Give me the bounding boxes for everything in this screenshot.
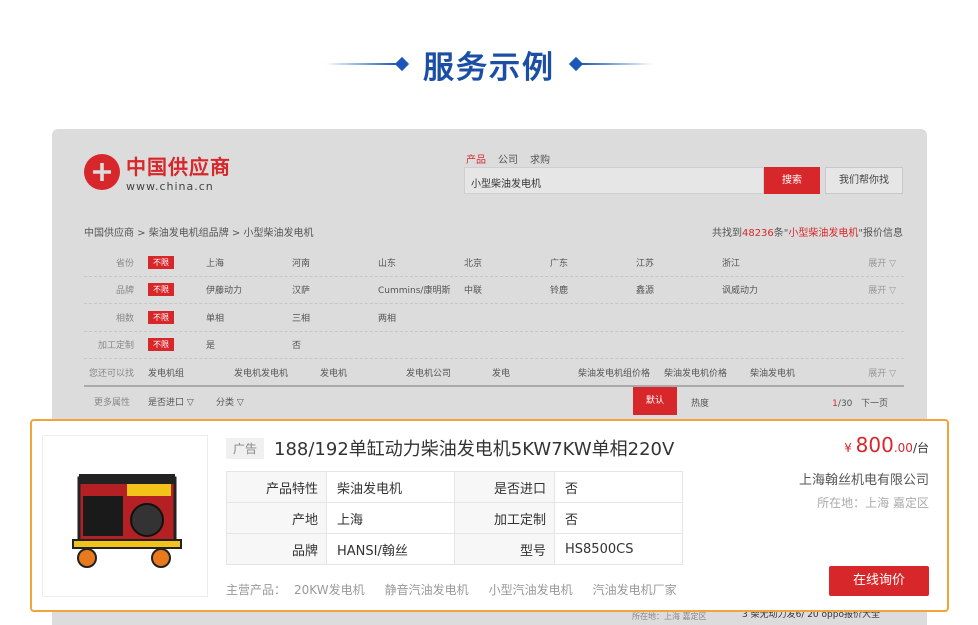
filter-row-phase: 相数 不限 单相 三相 两相 (84, 304, 904, 332)
product-card[interactable]: 广告 188/192单缸动力柴油发电机5KW7KW单相220V 产品特性 柴油发电… (30, 419, 949, 612)
filter-row-custom: 加工定制 不限 是否 (84, 332, 904, 359)
filter-option[interactable]: Cummins/康明斯 (378, 283, 464, 296)
filter-row-suggest: 您还可以找 发电机组 发电机发电机 发电机 发电机公司 发电 柴油发电机组价格 柴油发电机价… (84, 359, 904, 387)
suggest-option[interactable]: 柴油发电机价格 (664, 366, 750, 379)
filter-option[interactable]: 河南 (292, 256, 378, 269)
spec-table: 产品特性 柴油发电机 是否进口否 产地 上海 加工定制否 品牌 HANSI/翰丝 型号… (226, 471, 683, 565)
table-row: 品牌 HANSI/翰丝 型号 HS8500CS (226, 533, 683, 565)
filter-unlimited-tag[interactable]: 不限 (148, 338, 174, 352)
filter-option[interactable]: 江苏 (636, 256, 722, 269)
filter-unlimited-tag[interactable]: 不限 (148, 283, 174, 297)
breadcrumb[interactable]: 中国供应商 > 柴油发电机组品牌 > 小型柴油发电机 (84, 224, 313, 239)
site-logo[interactable]: 中国供应商 www.china.cn (84, 151, 231, 193)
main-product-link[interactable]: 20KW发电机 (294, 581, 365, 598)
suggest-option[interactable]: 柴油发电机组价格 (578, 366, 664, 379)
heading-decoration-right (568, 56, 653, 72)
company-location: 所在地：上海 嘉定区 (817, 496, 929, 510)
table-row: 产品特性 柴油发电机 是否进口否 (226, 471, 683, 503)
logo-url: www.china.cn (126, 180, 214, 193)
suggest-option[interactable]: 发电机 (320, 366, 406, 379)
suggest-option[interactable]: 发电机组 (148, 366, 234, 379)
filter-option[interactable]: 山东 (378, 256, 464, 269)
filter-option[interactable]: 是 (206, 338, 292, 351)
sort-hot[interactable]: 热度 (691, 396, 709, 409)
main-product-link[interactable]: 汽油发电机厂家 (593, 581, 677, 598)
filter-row-province: 省份 不限 上海 河南 山东 北京 广东 江苏 浙江 展开 ▽ (84, 249, 904, 277)
suggest-option[interactable]: 发电机公司 (406, 366, 492, 379)
logo-mark-icon (84, 154, 120, 190)
filter-table: 省份 不限 上海 河南 山东 北京 广东 江苏 浙江 展开 ▽ 品牌 不限 伊藤动力 汉萨 Cumm… (84, 249, 904, 387)
product-price: ¥ 800.00/台 (844, 433, 929, 457)
filter-option[interactable]: 上海 (206, 256, 292, 269)
expand-toggle[interactable]: 展开 ▽ (868, 283, 896, 296)
product-title[interactable]: 188/192单缸动力柴油发电机5KW7KW单相220V (274, 435, 674, 461)
section-title: 服务示例 (423, 49, 555, 86)
filter-option[interactable]: 北京 (464, 256, 550, 269)
filter-option[interactable]: 否 (292, 338, 378, 351)
main-product-link[interactable]: 静音汽油发电机 (385, 581, 469, 598)
heading-decoration-left (325, 56, 410, 72)
expand-toggle[interactable]: 展开 ▽ (868, 256, 896, 269)
section-heading: 服务示例 (0, 40, 978, 88)
filter-option[interactable]: 鑫源 (636, 283, 722, 296)
filter-option[interactable]: 讽威动力 (722, 283, 808, 296)
filter-option[interactable]: 单相 (206, 311, 292, 324)
filter-unlimited-tag[interactable]: 不限 (148, 310, 174, 324)
category-filter[interactable]: 分类 ▽ (216, 395, 244, 408)
suggest-option[interactable]: 柴油发电机 (750, 366, 836, 379)
expand-toggle[interactable]: 展开 ▽ (868, 366, 896, 379)
tab-companies[interactable]: 公司 (498, 151, 518, 166)
product-image[interactable] (42, 435, 208, 597)
filter-option[interactable]: 铃鹿 (550, 283, 636, 296)
suggest-option[interactable]: 发电 (492, 366, 578, 379)
tab-products[interactable]: 产品 (466, 151, 486, 166)
filter-option[interactable]: 中联 (464, 283, 550, 296)
tab-buying[interactable]: 求购 (530, 151, 550, 166)
logo-name: 中国供应商 (126, 155, 231, 179)
company-name[interactable]: 上海翰丝机电有限公司 (799, 469, 929, 488)
filter-option[interactable]: 广东 (550, 256, 636, 269)
next-page-link[interactable]: 下一页 (861, 399, 888, 409)
filter-option[interactable]: 三相 (292, 311, 378, 324)
search-button[interactable]: 搜索 (764, 167, 820, 194)
filter-unlimited-tag[interactable]: 不限 (148, 255, 174, 269)
generator-icon (72, 474, 182, 568)
page: 服务示例 中国供应商 www.china.cn 产品 公司 求购 小型柴油发电机… (0, 0, 978, 625)
main-products: 主营产品： 20KW发电机 静音汽油发电机 小型汽油发电机 汽油发电机厂家 (226, 581, 677, 598)
filter-option[interactable]: 汉萨 (292, 283, 378, 296)
sort-bar: 更多属性 是否进口 ▽ 分类 ▽ 默认 热度 1/30 下一页 (84, 385, 904, 415)
help-find-button[interactable]: 我们帮你找 (825, 167, 903, 194)
search-tabs: 产品 公司 求购 (466, 151, 550, 166)
import-filter[interactable]: 是否进口 ▽ (148, 395, 216, 408)
inquiry-button[interactable]: 在线询价 (829, 566, 929, 596)
product-title-row: 广告 188/192单缸动力柴油发电机5KW7KW单相220V (226, 435, 674, 461)
table-row: 产地 上海 加工定制否 (226, 502, 683, 534)
main-products-label: 主营产品： (226, 583, 287, 597)
sort-default[interactable]: 默认 (633, 387, 677, 415)
behind-location: 所在地：上海 嘉定区 (632, 612, 707, 621)
filter-option[interactable]: 浙江 (722, 256, 808, 269)
suggest-option[interactable]: 发电机发电机 (234, 366, 320, 379)
ad-badge: 广告 (226, 437, 265, 459)
pagination: 1/30 下一页 (832, 399, 888, 409)
filter-row-brand: 品牌 不限 伊藤动力 汉萨 Cummins/康明斯 中联 铃鹿 鑫源 讽威动力 展开 ▽ (84, 277, 904, 304)
filter-option[interactable]: 两相 (378, 311, 464, 324)
search-input[interactable]: 小型柴油发电机 (464, 167, 764, 194)
main-product-link[interactable]: 小型汽油发电机 (489, 581, 573, 598)
filter-option[interactable]: 伊藤动力 (206, 283, 292, 296)
result-count: 共找到48236条"小型柴油发电机"报价信息 (711, 228, 903, 239)
